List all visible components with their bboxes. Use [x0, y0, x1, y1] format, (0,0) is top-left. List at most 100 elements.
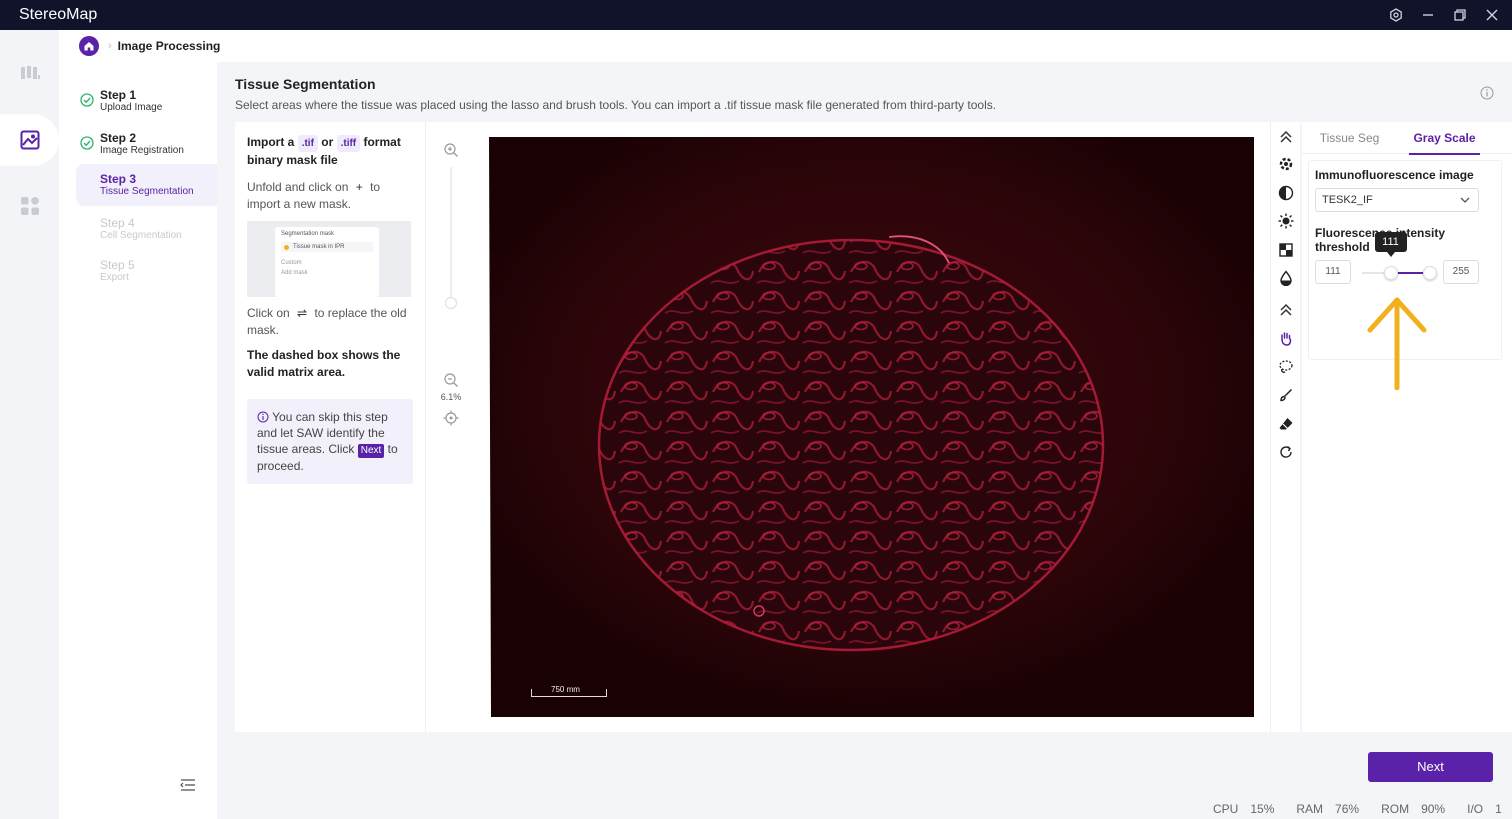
import-instruction: Import a .tif or .tiff format binary mas…	[247, 134, 413, 169]
unfold-prefix: Unfold and click on	[247, 180, 349, 194]
zoom-in-icon[interactable]	[443, 142, 459, 158]
step-5: Step 5 Export	[76, 254, 217, 296]
brightness-icon[interactable]	[1278, 213, 1294, 229]
collapse-up-icon[interactable]	[1278, 129, 1294, 145]
zoom-handle[interactable]	[445, 297, 457, 309]
step-subtitle: Export	[100, 272, 129, 283]
threshold-tooltip: 111	[1374, 232, 1407, 257]
threshold-high-handle[interactable]	[1423, 266, 1437, 280]
zoom-out-icon[interactable]	[443, 372, 459, 388]
preview-item: Tissue mask in IPR	[281, 242, 373, 252]
checker-icon[interactable]	[1278, 242, 1294, 258]
restore-icon[interactable]	[1452, 7, 1468, 23]
io-stat: I/O 1	[1467, 802, 1502, 818]
rail-map-icon[interactable]	[0, 47, 59, 99]
threshold-low-handle[interactable]	[1383, 266, 1398, 280]
check-circle-icon	[80, 136, 94, 150]
recenter-icon[interactable]	[443, 410, 459, 426]
preview-title: Segmentation mask	[281, 231, 335, 237]
tab-gray-scale[interactable]: Gray Scale	[1397, 122, 1492, 155]
breadcrumb-title: Image Processing	[117, 39, 221, 53]
steps-sidebar: Step 1 Upload Image Step 2 Image Registr…	[59, 62, 217, 819]
tif-chip: .tif	[297, 135, 318, 152]
threshold-min-input[interactable]: 111	[1315, 260, 1351, 284]
nav-rail	[0, 30, 59, 819]
step-name: Step 1	[100, 88, 137, 102]
step-3[interactable]: Step 3 Tissue Segmentation	[76, 164, 217, 206]
settings-icon[interactable]	[1388, 7, 1404, 23]
tip-next-chip: Next	[357, 444, 385, 458]
mask-preview-image: Segmentation mask Tissue mask in IPR Cus…	[247, 221, 411, 297]
reset-icon[interactable]	[1278, 444, 1294, 460]
step-subtitle: Tissue Segmentation	[100, 186, 194, 197]
rail-image-processing-icon[interactable]	[0, 114, 59, 166]
info-icon[interactable]	[1480, 86, 1494, 100]
scale-label: 750 mm	[551, 685, 580, 694]
step-subtitle: Upload Image	[100, 102, 163, 113]
contrast-icon[interactable]	[1278, 185, 1294, 201]
minimize-icon[interactable]	[1420, 7, 1436, 23]
page-description: Select areas where the tissue was placed…	[235, 98, 997, 112]
replace-instruction: Click on ⇌ to replace the old mask.	[247, 305, 413, 339]
annotation-arrow-icon	[1367, 297, 1427, 390]
rom-label: ROM	[1381, 802, 1410, 816]
threshold-max-input[interactable]: 255	[1443, 260, 1479, 284]
gear-icon[interactable]	[1278, 156, 1294, 172]
zoom-level: 6.1%	[440, 392, 462, 402]
step-name: Step 2	[100, 131, 137, 145]
page-title: Tissue Segmentation	[235, 76, 376, 92]
plus-icon: +	[355, 180, 363, 194]
step-subtitle: Image Registration	[100, 145, 184, 156]
io-value: 1	[1495, 802, 1502, 816]
tool-strip	[1270, 122, 1300, 732]
dot-icon	[284, 244, 289, 250]
tiff-chip: .tiff	[336, 135, 361, 152]
step-2[interactable]: Step 2 Image Registration	[76, 127, 217, 169]
step-name: Step 4	[100, 216, 135, 230]
or-text: or	[321, 135, 334, 149]
app-title: StereoMap	[19, 6, 98, 23]
panel-tabs: Tissue Seg Gray Scale	[1302, 122, 1512, 155]
saturation-drop-icon[interactable]	[1278, 270, 1294, 286]
brush-icon[interactable]	[1278, 387, 1294, 403]
status-bar: CPU 15% RAM 76% ROM 90% I/O 1	[1213, 802, 1502, 818]
zoom-controls: 6.1%	[425, 122, 475, 732]
ram-stat: RAM 76%	[1296, 802, 1359, 818]
info-icon	[257, 411, 269, 423]
lasso-icon[interactable]	[1278, 359, 1294, 375]
rom-stat: ROM 90%	[1381, 802, 1445, 818]
title-bar: StereoMap	[0, 0, 1512, 30]
step-subtitle: Cell Segmentation	[100, 230, 182, 241]
next-button[interactable]: Next	[1368, 752, 1493, 782]
tissue-render	[479, 137, 1254, 717]
chevron-down-icon	[1460, 197, 1470, 203]
window-controls	[1388, 0, 1500, 30]
if-image-select[interactable]: TESK2_IF	[1315, 188, 1479, 212]
preview-add: Add mask	[281, 270, 308, 276]
replace-prefix: Click on	[247, 306, 290, 320]
rail-apps-icon[interactable]	[0, 180, 59, 232]
image-canvas[interactable]: 750 mm	[475, 122, 1270, 732]
cpu-stat: CPU 15%	[1213, 802, 1274, 818]
settings-panel: Tissue Seg Gray Scale Immunofluorescence…	[1302, 122, 1512, 732]
tab-tissue-seg[interactable]: Tissue Seg	[1302, 122, 1397, 154]
step-name: Step 5	[100, 258, 135, 272]
mask-preview-card: Segmentation mask Tissue mask in IPR Cus…	[275, 227, 379, 297]
home-icon[interactable]	[79, 36, 99, 56]
eraser-icon[interactable]	[1278, 416, 1294, 432]
tissue-image[interactable]: 750 mm	[479, 137, 1254, 717]
zoom-track[interactable]	[450, 167, 452, 297]
skip-tip: You can skip this step and let SAW ident…	[247, 399, 413, 484]
collapse-sidebar-icon[interactable]	[179, 777, 197, 793]
check-circle-icon	[80, 93, 94, 107]
step-1[interactable]: Step 1 Upload Image	[76, 84, 217, 126]
cpu-label: CPU	[1213, 802, 1239, 816]
if-image-value: TESK2_IF	[1322, 194, 1373, 206]
cpu-value: 15%	[1250, 802, 1275, 816]
dashed-box-note: The dashed box shows the valid matrix ar…	[247, 348, 401, 379]
close-icon[interactable]	[1484, 7, 1500, 23]
collapse-up-icon[interactable]	[1278, 302, 1294, 318]
ram-label: RAM	[1296, 802, 1324, 816]
hand-pan-icon[interactable]	[1278, 330, 1294, 346]
step-name: Step 3	[100, 172, 137, 186]
